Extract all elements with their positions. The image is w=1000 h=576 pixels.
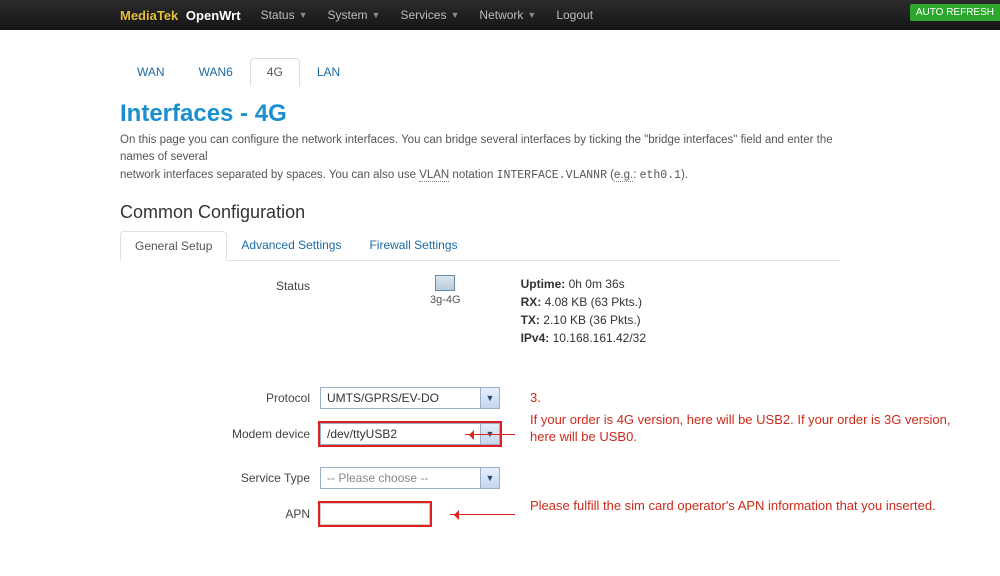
cfg-tab-general[interactable]: General Setup <box>120 231 227 261</box>
nav-system[interactable]: System▼ <box>328 8 381 22</box>
nav-network[interactable]: Network▼ <box>479 8 536 22</box>
protocol-select-value: UMTS/GPRS/EV-DO <box>327 391 439 405</box>
config-tabs: General Setup Advanced Settings Firewall… <box>120 231 840 261</box>
status-interface-name: 3g-4G <box>430 294 461 306</box>
nav-logout[interactable]: Logout <box>556 8 593 22</box>
nav-services[interactable]: Services▼ <box>400 8 459 22</box>
apn-input[interactable] <box>320 503 430 525</box>
row-modem: Modem device /dev/ttyUSB2 ▼ If your orde… <box>120 423 840 445</box>
caret-down-icon: ▼ <box>527 10 536 20</box>
nav-menus: Status▼ System▼ Services▼ Network▼ Logou… <box>261 8 613 22</box>
vlan-abbr: VLAN <box>419 169 449 182</box>
service-select-value: -- Please choose -- <box>327 471 428 485</box>
page-description: On this page you can configure the netwo… <box>120 132 840 184</box>
label-protocol: Protocol <box>120 387 320 405</box>
row-apn: APN Please fulfill the sim card operator… <box>120 503 840 525</box>
modem-select-value: /dev/ttyUSB2 <box>327 427 397 441</box>
protocol-select[interactable]: UMTS/GPRS/EV-DO ▼ <box>320 387 500 409</box>
chevron-down-icon: ▼ <box>480 388 499 408</box>
status-interface: 3g-4G <box>430 275 461 306</box>
label-status: Status <box>120 275 320 293</box>
arrow-icon <box>450 514 515 515</box>
chevron-down-icon: ▼ <box>480 468 499 488</box>
section-title: Common Configuration <box>120 202 840 223</box>
tab-wan[interactable]: WAN <box>120 58 182 86</box>
caret-down-icon: ▼ <box>299 10 308 20</box>
service-select[interactable]: -- Please choose -- ▼ <box>320 467 500 489</box>
top-navbar: MediaTek OpenWrt Status▼ System▼ Service… <box>0 0 1000 30</box>
page-title: Interfaces - 4G <box>120 100 840 128</box>
annotation-modem: If your order is 4G version, here will b… <box>530 411 975 446</box>
arrow-icon <box>465 434 515 435</box>
cfg-tab-advanced[interactable]: Advanced Settings <box>227 231 355 260</box>
tab-lan[interactable]: LAN <box>300 58 357 86</box>
tab-4g[interactable]: 4G <box>250 58 300 86</box>
cfg-tab-firewall[interactable]: Firewall Settings <box>355 231 471 260</box>
label-modem: Modem device <box>120 423 320 441</box>
row-service: Service Type -- Please choose -- ▼ <box>120 467 840 489</box>
content: WAN WAN6 4G LAN Interfaces - 4G On this … <box>0 30 860 525</box>
annotation-apn: Please fulfill the sim card operator's A… <box>530 497 975 515</box>
auto-refresh-badge[interactable]: AUTO REFRESH <box>910 4 1000 21</box>
caret-down-icon: ▼ <box>372 10 381 20</box>
caret-down-icon: ▼ <box>450 10 459 20</box>
brand-openwrt: OpenWrt <box>186 8 241 23</box>
brand: MediaTek OpenWrt <box>120 8 241 23</box>
annotation-3: 3. <box>530 389 541 407</box>
interface-tabs: WAN WAN6 4G LAN <box>120 58 840 86</box>
tab-wan6[interactable]: WAN6 <box>182 58 250 86</box>
label-service: Service Type <box>120 467 320 485</box>
row-status: Status 3g-4G Uptime: 0h 0m 36s RX: 4.08 … <box>120 275 840 347</box>
nav-status[interactable]: Status▼ <box>261 8 308 22</box>
status-info: Uptime: 0h 0m 36s RX: 4.08 KB (63 Pkts.)… <box>521 275 646 347</box>
label-apn: APN <box>120 503 320 521</box>
row-protocol: Protocol UMTS/GPRS/EV-DO ▼ 3. <box>120 387 840 409</box>
brand-mediatek: MediaTek <box>120 8 178 23</box>
interface-icon <box>435 275 455 291</box>
